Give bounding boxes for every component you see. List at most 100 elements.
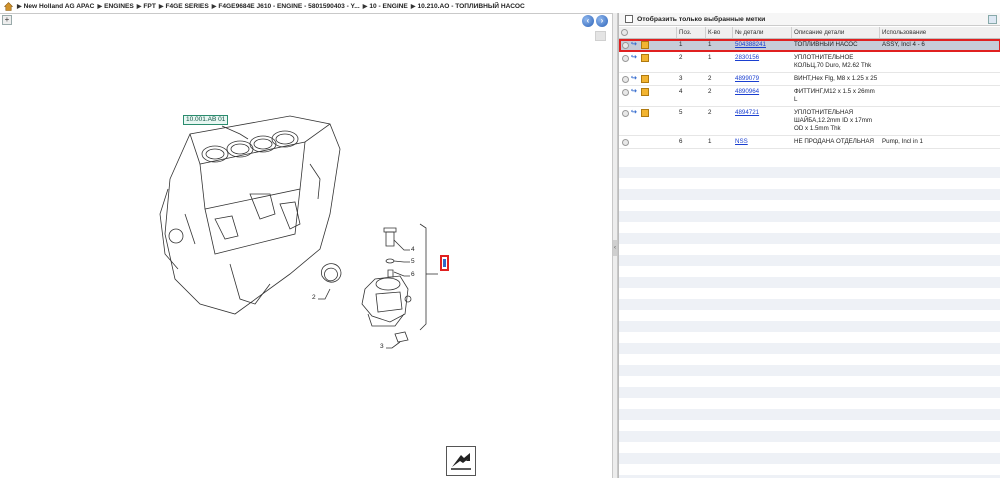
- where-used-icon[interactable]: ↪: [631, 41, 639, 49]
- row-select-icon[interactable]: [622, 76, 629, 83]
- cell-pos: 2: [679, 54, 683, 61]
- cell-part-number[interactable]: 4894721: [733, 107, 792, 135]
- chevron-right-icon: ▶: [410, 4, 416, 10]
- cell-part-number[interactable]: 2830156: [733, 52, 792, 72]
- row-select-icon[interactable]: [622, 42, 629, 49]
- cell-qty: 2: [708, 109, 712, 116]
- add-to-cart-icon[interactable]: [641, 109, 649, 117]
- cell-part-number[interactable]: 4890964: [733, 86, 792, 106]
- cell-description: ФИТТИНГ,M12 x 1.5 x 26mm L: [794, 88, 875, 103]
- part-number-link[interactable]: 4899079: [735, 75, 759, 82]
- breadcrumb-item-engines[interactable]: ▶ ENGINES: [97, 3, 133, 10]
- breadcrumb-item-series[interactable]: ▶ F4GE SERIES: [159, 3, 209, 10]
- add-to-cart-icon[interactable]: [641, 75, 649, 83]
- callout-3[interactable]: 3: [380, 343, 384, 350]
- row-icons: ↪: [619, 52, 677, 72]
- callout-6[interactable]: 6: [411, 271, 415, 278]
- cell-part-number[interactable]: NSS: [733, 136, 792, 148]
- selection-marker: [443, 259, 446, 267]
- breadcrumb-item-brand[interactable]: ▶ New Holland AG APAC: [17, 3, 94, 10]
- row-icons: ↪: [619, 107, 677, 135]
- parts-list-pane: Отобразить только выбранные метки Поз. К…: [618, 13, 1000, 478]
- cell-description: ТОПЛИВНЫЙ НАСОС: [794, 41, 858, 48]
- row-select-icon[interactable]: [622, 139, 629, 146]
- chevron-right-icon: ▶: [211, 4, 217, 10]
- cell-usage: Pump, Incl in 1: [882, 138, 923, 145]
- header-description[interactable]: Описание детали: [792, 27, 880, 38]
- add-to-cart-icon[interactable]: [641, 88, 649, 96]
- part-number-link[interactable]: 504388241: [735, 41, 766, 48]
- callout-5[interactable]: 5: [411, 258, 415, 265]
- breadcrumb: ▶ New Holland AG APAC ▶ ENGINES ▶ FPT ▶ F4GE…: [0, 0, 1000, 13]
- cell-usage: [880, 107, 1000, 135]
- callout-4[interactable]: 4: [411, 246, 415, 253]
- breadcrumb-item-fpt[interactable]: ▶ FPT: [137, 3, 156, 10]
- row-select-icon[interactable]: [622, 55, 629, 62]
- row-select-icon[interactable]: [622, 89, 629, 96]
- diagram-reference-label[interactable]: 10.001.AB 01: [183, 115, 229, 125]
- drawing-pane: + ‹ › 10.001.AB 01 4 5 6 2 3: [0, 13, 612, 478]
- show-selected-only-label[interactable]: Отобразить только выбранные метки: [637, 16, 765, 23]
- table-row[interactable]: ↪ 3 2 4899079 ВИНТ,Hex Flg, M8 x 1.25 x …: [619, 73, 1000, 86]
- cell-usage: ASSY, Incl 4 - 6: [882, 41, 925, 48]
- callout-1-selected[interactable]: [440, 255, 449, 271]
- breadcrumb-item-current: ▶ 10.210.AO - ТОПЛИВНЫЙ НАСОС: [410, 3, 525, 10]
- cell-part-number[interactable]: 504388241: [733, 39, 792, 51]
- row-icons: ↪: [619, 86, 677, 106]
- where-used-icon[interactable]: ↪: [631, 109, 639, 117]
- row-select-icon[interactable]: [622, 110, 629, 117]
- chevron-right-icon: ▶: [362, 4, 368, 10]
- where-used-icon[interactable]: ↪: [631, 54, 639, 62]
- cell-part-number[interactable]: 4899079: [733, 73, 792, 85]
- cell-description: ВИНТ,Hex Flg, M8 x 1.25 x 25: [794, 75, 878, 82]
- callout-2[interactable]: 2: [312, 294, 316, 301]
- cell-pos: 4: [679, 88, 683, 95]
- part-number-link[interactable]: 4890964: [735, 88, 759, 95]
- cell-description: УПЛОТНИТЕЛЬНАЯ ШАЙБА,12.2mm ID x 17mm OD…: [794, 109, 872, 132]
- cell-pos: 3: [679, 75, 683, 82]
- select-all-icon[interactable]: [621, 29, 628, 36]
- table-header: Поз. К-во № детали Описание детали Испол…: [619, 27, 1000, 39]
- cell-qty: 1: [708, 138, 712, 145]
- header-part-number[interactable]: № детали: [733, 27, 792, 38]
- header-usage[interactable]: Использование: [880, 27, 1000, 38]
- table-row[interactable]: ↪ 5 2 4894721 УПЛОТНИТЕЛЬНАЯ ШАЙБА,12.2m…: [619, 107, 1000, 136]
- header-select-all[interactable]: [619, 27, 677, 38]
- cell-usage: [880, 86, 1000, 106]
- chevron-right-icon: ▶: [97, 4, 103, 10]
- export-icon[interactable]: [988, 15, 997, 24]
- row-icons: ↪: [619, 73, 677, 85]
- filter-bar: Отобразить только выбранные метки: [619, 13, 1000, 26]
- breadcrumb-item-model[interactable]: ▶ F4GE9684E J610 - ENGINE - 5801590403 - …: [212, 3, 360, 10]
- parts-table: Поз. К-во № детали Описание детали Испол…: [619, 27, 1000, 149]
- header-pos[interactable]: Поз.: [677, 27, 706, 38]
- header-qty[interactable]: К-во: [706, 27, 733, 38]
- cell-qty: 2: [708, 75, 712, 82]
- home-icon[interactable]: [4, 2, 13, 11]
- breadcrumb-item-section[interactable]: ▶ 10 - ENGINE: [363, 3, 408, 10]
- cell-pos: 5: [679, 109, 683, 116]
- cell-pos: 6: [679, 138, 683, 145]
- cell-usage: [880, 52, 1000, 72]
- table-row[interactable]: 6 1 NSS НЕ ПРОДАНА ОТДЕЛЬНАЯ Pump, Incl …: [619, 136, 1000, 149]
- cell-usage: [880, 73, 1000, 85]
- parent-level-icon[interactable]: [446, 446, 476, 476]
- part-number-link[interactable]: 4894721: [735, 109, 759, 116]
- show-selected-only-checkbox[interactable]: [625, 15, 633, 23]
- part-number-link[interactable]: NSS: [735, 138, 748, 145]
- table-row[interactable]: ↪ 4 2 4890964 ФИТТИНГ,M12 x 1.5 x 26mm L: [619, 86, 1000, 107]
- parts-diagram: 10.001.AB 01 4 5 6 2 3: [0, 14, 612, 478]
- chevron-right-icon: ▶: [17, 4, 22, 10]
- add-to-cart-icon[interactable]: [641, 41, 649, 49]
- where-used-icon[interactable]: ↪: [631, 88, 639, 96]
- where-used-icon[interactable]: ↪: [631, 75, 639, 83]
- engine-block-illustration: [159, 115, 438, 349]
- add-to-cart-icon[interactable]: [641, 54, 649, 62]
- cell-qty: 1: [708, 54, 712, 61]
- cell-description: НЕ ПРОДАНА ОТДЕЛЬНАЯ: [794, 138, 874, 145]
- table-row[interactable]: ↪ 2 1 2830156 УПЛОТНИТЕЛЬНОЕ КОЛЬЦ,70 Du…: [619, 52, 1000, 73]
- part-number-link[interactable]: 2830156: [735, 54, 759, 61]
- table-row[interactable]: ↪ 1 1 504388241 ТОПЛИВНЫЙ НАСОС ASSY, In…: [619, 39, 1000, 52]
- collapse-handle-icon[interactable]: ‹: [613, 240, 617, 256]
- cell-pos: 1: [679, 41, 683, 48]
